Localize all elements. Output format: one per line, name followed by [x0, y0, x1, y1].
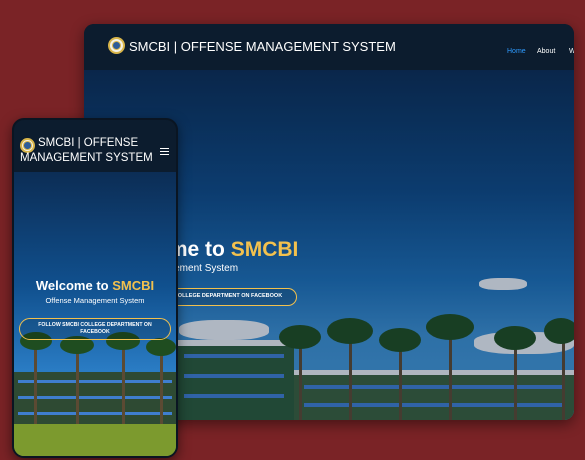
palm-tree [122, 340, 125, 430]
palm-fronds [146, 338, 176, 356]
palm-tree [34, 340, 37, 430]
welcome-text: Welcome to [35, 278, 109, 293]
school-logo-icon[interactable] [20, 138, 35, 153]
phone-navbar: SMCBI | OFFENSE MANAGEMENT SYSTEM [14, 120, 176, 172]
grass-field [14, 424, 176, 456]
phone-hero: Welcome to SMCBI Offense Management Syst… [14, 172, 176, 456]
desktop-brand-title[interactable]: SMCBI | OFFENSE MANAGEMENT SYSTEM [129, 39, 396, 54]
school-building [14, 372, 176, 427]
palm-tree [76, 344, 79, 430]
desktop-navbar: SMCBI | OFFENSE MANAGEMENT SYSTEM Home A… [84, 24, 574, 71]
nav-link-partial[interactable]: W [569, 48, 574, 55]
welcome-highlight: SMCBI [112, 278, 155, 293]
palm-tree [160, 346, 163, 430]
hero-subtitle: Offense Management System [45, 296, 145, 305]
button-label-line1: FOLLOW SMCBI COLLEGE DEPARTMENT ON [38, 322, 152, 328]
school-logo-icon[interactable] [108, 37, 125, 54]
phone-brand-line2[interactable]: MANAGEMENT SYSTEM [20, 152, 153, 164]
nav-link-about[interactable]: About [537, 48, 555, 55]
hero-welcome-heading: Welcome to SMCBI [14, 278, 176, 293]
button-label-line2: FACEBOOK [80, 328, 110, 335]
phone-brand-line1[interactable]: SMCBI | OFFENSE [38, 137, 138, 149]
facebook-follow-button[interactable]: FOLLOW SMCBI COLLEGE DEPARTMENT ON FACEB… [19, 318, 171, 340]
welcome-highlight: SMCBI [230, 238, 299, 261]
phone-mockup: SMCBI | OFFENSE MANAGEMENT SYSTEM Welcom… [12, 118, 178, 458]
hamburger-menu-icon[interactable] [160, 146, 169, 157]
facebook-follow-button[interactable]: COLLEGE DEPARTMENT ON FACEBOOK [159, 288, 297, 306]
nav-link-home[interactable]: Home [507, 48, 526, 55]
